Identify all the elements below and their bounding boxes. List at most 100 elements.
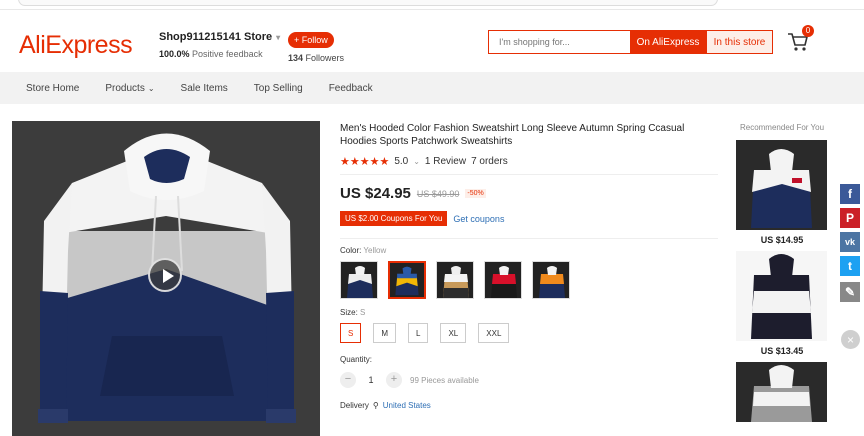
store-nav: Store Home Products ⌄ Sale Items Top Sel… [0, 72, 864, 104]
color-swatch-khaki[interactable] [436, 261, 474, 299]
coupon-row: US $2.00 Coupons For You Get coupons [340, 211, 718, 226]
location-pin-icon: ⚲ [372, 401, 379, 410]
chevron-down-icon: ⌄ [147, 83, 155, 93]
recommended-item[interactable]: US $14.95 [736, 140, 828, 245]
chevron-down-icon[interactable]: ⌄ [413, 157, 420, 166]
recommended-panel: Recommended For You US $14.95 US $13.45 [736, 122, 828, 422]
browser-address-bar[interactable] [18, 0, 718, 6]
follow-button[interactable]: + Follow [288, 32, 334, 48]
nav-products-label[interactable]: Products [105, 83, 144, 94]
color-label-text: Color: [340, 246, 362, 255]
product-title: Men's Hooded Color Fashion Sweatshirt Lo… [340, 123, 685, 147]
size-label-text: Size: [340, 308, 358, 317]
nav-top-selling[interactable]: Top Selling [254, 83, 303, 94]
color-swatch-yellow[interactable] [388, 261, 426, 299]
size-option-l[interactable]: L [408, 323, 429, 343]
recommended-item-image[interactable] [736, 251, 827, 341]
cart-button[interactable]: 0 [786, 25, 814, 55]
hoodie-thumb-grey [341, 262, 377, 298]
color-label: Color: Yellow [340, 246, 718, 255]
store-name-label[interactable]: Shop911215141 Store [159, 31, 272, 43]
recommended-item-image[interactable] [736, 140, 827, 230]
size-option-xxl[interactable]: XXL [478, 323, 510, 343]
quantity-plus-button[interactable]: + [386, 372, 402, 388]
followers-label: Followers [305, 53, 345, 63]
twitter-icon[interactable]: t [840, 256, 860, 276]
search-store-button[interactable]: In this store [706, 31, 772, 53]
color-swatch-red[interactable] [484, 261, 522, 299]
rating-value[interactable]: 5.0 [394, 156, 408, 167]
nav-sale-items[interactable]: Sale Items [181, 83, 228, 94]
play-video-button[interactable] [148, 258, 182, 292]
recommended-title: Recommended For You [739, 123, 825, 132]
recommended-item[interactable] [736, 362, 828, 422]
recommended-item[interactable]: US $13.45 [736, 251, 828, 356]
price-row: US $24.95 US $49.90 -50% [340, 185, 718, 202]
nav-feedback[interactable]: Feedback [329, 83, 373, 94]
product-info: Men's Hooded Color Fashion Sweatshirt Lo… [340, 122, 718, 410]
divider [340, 238, 718, 239]
size-option-xl[interactable]: XL [440, 323, 467, 343]
get-coupons-link[interactable]: Get coupons [453, 214, 504, 224]
feedback-percent: 100.0% [159, 49, 190, 59]
search-aliexpress-button[interactable]: On AliExpress [630, 31, 706, 53]
size-option-s[interactable]: S [340, 323, 362, 343]
size-options: S M L XL XXL [340, 323, 718, 343]
feedback-label: Positive feedback [192, 49, 263, 59]
follow-area: + Follow 134 Followers [288, 30, 344, 63]
product-rating: ★★★★★ 5.0 ⌄ 1 Review 7 orders [340, 155, 718, 168]
aliexpress-logo[interactable]: AliExpress [19, 31, 133, 60]
delivery-country-link[interactable]: United States [383, 401, 431, 410]
cart-badge: 0 [802, 25, 814, 37]
divider [340, 174, 718, 175]
size-value: S [360, 308, 366, 317]
hoodie-thumb-white [736, 251, 827, 341]
recommended-item-image[interactable] [736, 362, 827, 422]
color-swatches [340, 261, 718, 299]
hoodie-thumb-grey [736, 362, 827, 422]
search-bar: On AliExpress In this store [488, 30, 773, 54]
star-rating-icon: ★★★★★ [340, 156, 390, 168]
quantity-label: Quantity: [340, 355, 373, 364]
hoodie-thumb-navy [736, 140, 827, 230]
browser-top-strip [0, 0, 864, 10]
pinterest-icon[interactable]: P [840, 208, 860, 228]
color-swatch-grey[interactable] [340, 261, 378, 299]
hoodie-thumb-yellow [390, 263, 424, 297]
discount-badge: -50% [465, 189, 486, 198]
social-share-bar: f P vk t ✎ [840, 184, 860, 306]
quantity-stepper: − 1 + 99 Pieces available [340, 372, 718, 388]
followers-count: 134 Followers [288, 53, 344, 63]
color-value: Yellow [363, 246, 387, 255]
size-label: Size: S [340, 308, 718, 317]
original-price: US $49.90 [416, 188, 460, 199]
store-header: AliExpress Shop911215141 Store ▾ 100.0% … [0, 11, 864, 71]
store-name[interactable]: Shop911215141 Store ▾ [159, 31, 280, 43]
edit-icon[interactable]: ✎ [840, 282, 860, 302]
facebook-icon[interactable]: f [840, 184, 860, 204]
store-feedback: 100.0% Positive feedback [159, 49, 280, 59]
color-swatch-orange[interactable] [532, 261, 570, 299]
recommended-item-price: US $14.95 [760, 235, 804, 245]
store-info: Shop911215141 Store ▾ 100.0% Positive fe… [159, 31, 280, 59]
nav-products[interactable]: Products ⌄ [105, 83, 154, 94]
delivery-label: Delivery [340, 401, 369, 410]
quantity-input[interactable]: 1 [364, 375, 378, 385]
coupon-tag[interactable]: US $2.00 Coupons For You [340, 211, 448, 226]
quantity-minus-button[interactable]: − [340, 372, 356, 388]
chevron-down-icon[interactable]: ▾ [276, 33, 280, 42]
hoodie-thumb-khaki [437, 262, 473, 298]
vk-icon[interactable]: vk [840, 232, 860, 252]
hoodie-thumb-red [485, 262, 521, 298]
size-option-m[interactable]: M [373, 323, 397, 343]
delivery-row: Delivery ⚲ United States [340, 401, 718, 410]
followers-number: 134 [288, 53, 304, 63]
recommended-item-price: US $13.45 [760, 346, 804, 356]
review-count[interactable]: 1 Review [425, 156, 466, 167]
close-icon[interactable]: × [841, 330, 860, 349]
stock-available: 99 Pieces available [410, 375, 479, 385]
order-count: 7 orders [471, 156, 508, 167]
hoodie-thumb-orange [533, 262, 569, 298]
nav-store-home[interactable]: Store Home [26, 83, 79, 94]
search-input[interactable] [489, 31, 630, 53]
